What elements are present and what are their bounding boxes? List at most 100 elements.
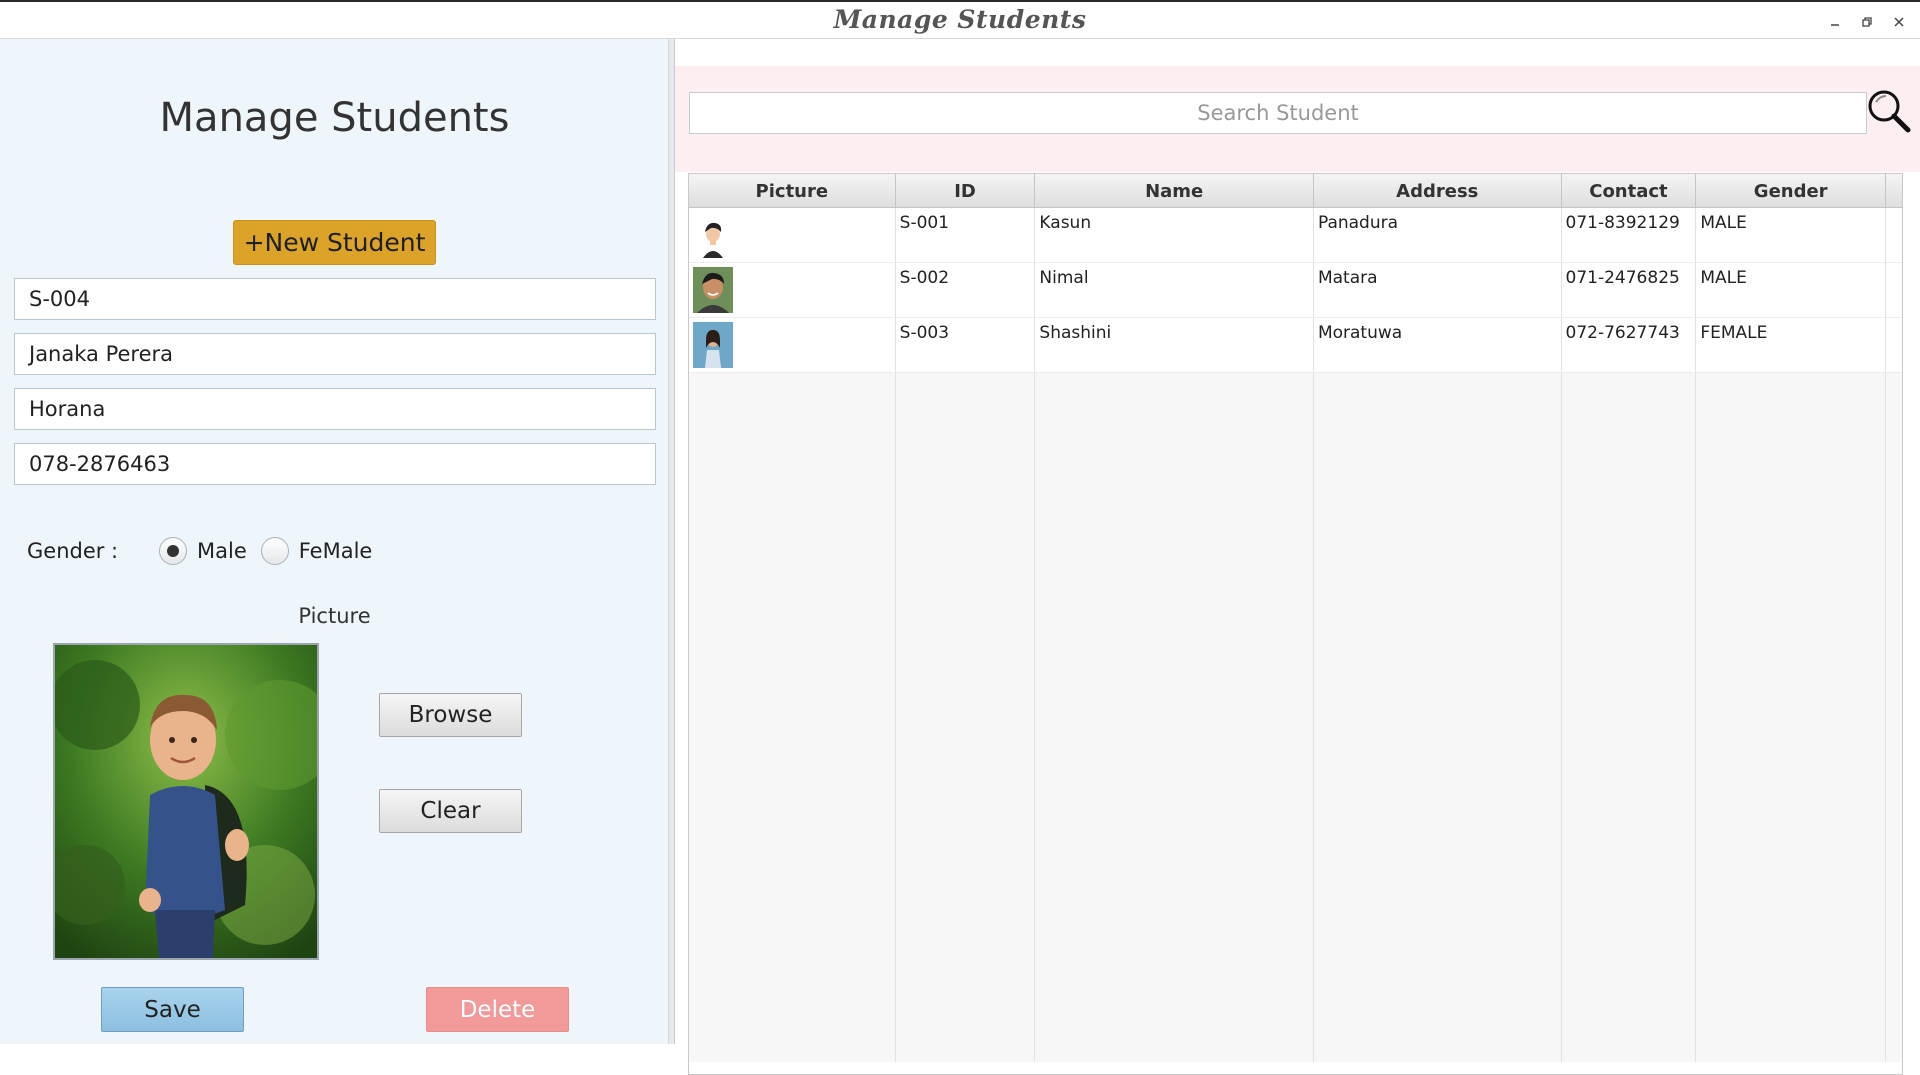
empty-cell <box>1886 592 1902 623</box>
column-header-contact[interactable]: Contact <box>1562 174 1697 208</box>
empty-cell <box>1035 811 1314 843</box>
empty-cell <box>1314 1030 1562 1062</box>
empty-cell <box>1035 967 1314 999</box>
cell-name: Nimal <box>1035 263 1314 317</box>
empty-cell <box>896 748 1036 780</box>
empty-cell <box>1314 967 1562 999</box>
empty-cell <box>1314 498 1562 530</box>
empty-cell <box>1696 779 1886 812</box>
empty-cell <box>1696 873 1886 906</box>
empty-cell <box>1886 936 1902 967</box>
minimize-icon[interactable] <box>1826 13 1844 31</box>
empty-cell <box>1696 404 1886 436</box>
empty-cell <box>1035 560 1314 593</box>
empty-table-row <box>689 967 1902 999</box>
empty-cell <box>1696 560 1886 593</box>
empty-table-row <box>689 717 1902 749</box>
title-bar: Manage Students <box>0 0 1920 39</box>
empty-cell <box>1314 842 1562 874</box>
empty-cell <box>1035 717 1314 749</box>
empty-cell <box>1886 905 1902 936</box>
cell-filler <box>1886 208 1902 262</box>
student-address-field[interactable]: Horana <box>14 388 656 430</box>
student-thumbnail <box>693 322 733 368</box>
form-heading: Manage Students <box>159 95 510 141</box>
empty-cell <box>1562 529 1697 561</box>
gender-radio-male[interactable]: Male <box>159 537 247 565</box>
empty-table-row <box>689 560 1902 593</box>
gender-label: Gender : <box>27 539 119 563</box>
column-header-address[interactable]: Address <box>1314 174 1562 208</box>
student-form-panel: Manage Students +New Student S-004 Janak… <box>0 39 669 1044</box>
empty-cell <box>689 498 896 530</box>
student-name-field[interactable]: Janaka Perera <box>14 333 656 375</box>
empty-table-row <box>689 623 1902 655</box>
save-button[interactable]: Save <box>101 987 244 1032</box>
empty-cell <box>1886 749 1902 780</box>
search-input[interactable]: Search Student <box>689 92 1867 134</box>
empty-cell <box>1696 936 1886 968</box>
search-icon[interactable] <box>1866 88 1912 134</box>
cell-address: Matara <box>1314 263 1562 317</box>
empty-cell <box>1696 967 1886 999</box>
table-row[interactable]: S-002 Nimal Matara 071-2476825 MALE <box>689 263 1902 318</box>
column-header-id[interactable]: ID <box>896 174 1036 208</box>
column-header-gender[interactable]: Gender <box>1696 174 1887 208</box>
empty-table-row <box>689 1030 1902 1062</box>
empty-cell <box>1314 435 1562 467</box>
empty-table-row <box>689 873 1902 906</box>
student-list-panel: Search Student Picture ID Name Address C… <box>675 39 1920 1075</box>
cell-id: S-002 <box>896 263 1036 317</box>
student-id-field[interactable]: S-004 <box>14 278 656 320</box>
empty-cell <box>1886 373 1902 404</box>
gender-row: Gender : Male FeMale <box>27 534 386 568</box>
table-row[interactable]: S-001 Kasun Panadura 071-8392129 MALE <box>689 208 1902 263</box>
empty-cell <box>1314 466 1562 499</box>
table-header: Picture ID Name Address Contact Gender <box>689 174 1902 208</box>
empty-cell <box>689 466 896 499</box>
browse-button[interactable]: Browse <box>379 693 522 737</box>
radio-male-indicator[interactable] <box>159 537 187 565</box>
empty-table-row <box>689 905 1902 937</box>
search-bar: Search Student <box>675 66 1920 172</box>
empty-cell <box>1562 842 1697 874</box>
empty-cell <box>1562 717 1697 749</box>
empty-cell <box>1696 529 1886 561</box>
empty-cell <box>1696 466 1886 499</box>
new-student-button[interactable]: +New Student <box>233 220 436 265</box>
empty-cell <box>1886 811 1902 842</box>
restore-icon[interactable] <box>1858 13 1876 31</box>
cell-contact: 071-2476825 <box>1562 263 1697 317</box>
empty-cell <box>896 1030 1036 1062</box>
gender-radio-female[interactable]: FeMale <box>260 537 372 565</box>
empty-cell <box>1035 373 1314 405</box>
student-thumbnail-cell <box>689 263 896 317</box>
column-header-filler <box>1886 174 1902 208</box>
table-row[interactable]: S-003 Shashini Moratuwa 072-7627743 FEMA… <box>689 318 1902 373</box>
empty-cell <box>1696 905 1886 937</box>
empty-cell <box>1562 936 1697 968</box>
empty-cell <box>1562 1030 1697 1062</box>
empty-cell <box>689 967 896 999</box>
empty-cell <box>1562 779 1697 812</box>
column-header-picture[interactable]: Picture <box>689 174 896 208</box>
empty-cell <box>1314 779 1562 812</box>
empty-cell <box>1314 404 1562 436</box>
student-photo <box>53 643 319 960</box>
close-icon[interactable] <box>1890 13 1908 31</box>
empty-table-row <box>689 498 1902 530</box>
clear-button[interactable]: Clear <box>379 789 522 833</box>
column-header-name[interactable]: Name <box>1035 174 1314 208</box>
empty-cell <box>1035 529 1314 561</box>
empty-cell <box>1562 905 1697 937</box>
empty-cell <box>1035 842 1314 874</box>
empty-cell <box>689 811 896 843</box>
empty-cell <box>896 654 1036 686</box>
student-contact-field[interactable]: 078-2876463 <box>14 443 656 485</box>
empty-table-row <box>689 404 1902 436</box>
empty-cell <box>896 529 1036 561</box>
empty-cell <box>689 654 896 686</box>
radio-female-indicator[interactable] <box>260 537 289 565</box>
empty-cell <box>689 529 896 561</box>
delete-button[interactable]: Delete <box>426 987 569 1032</box>
